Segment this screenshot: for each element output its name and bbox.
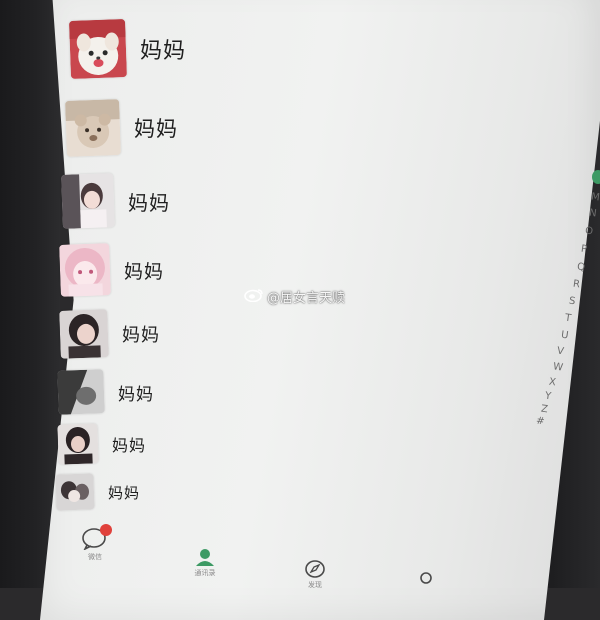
tab-label: 微信 — [88, 553, 102, 561]
bottom-tab-bar: 微信 通讯录 发现 — [0, 0, 600, 590]
tab-label: 通讯录 — [194, 569, 216, 577]
compass-icon — [305, 560, 325, 578]
me-icon — [420, 572, 432, 584]
tab-contacts[interactable]: 通讯录 — [194, 548, 216, 578]
contacts-icon — [196, 549, 214, 566]
tab-discover[interactable]: 发现 — [304, 560, 326, 590]
tab-me[interactable] — [416, 572, 436, 588]
unread-badge — [100, 524, 112, 536]
tab-label: 发现 — [308, 581, 322, 589]
tab-chats[interactable]: 微信 — [82, 524, 112, 562]
